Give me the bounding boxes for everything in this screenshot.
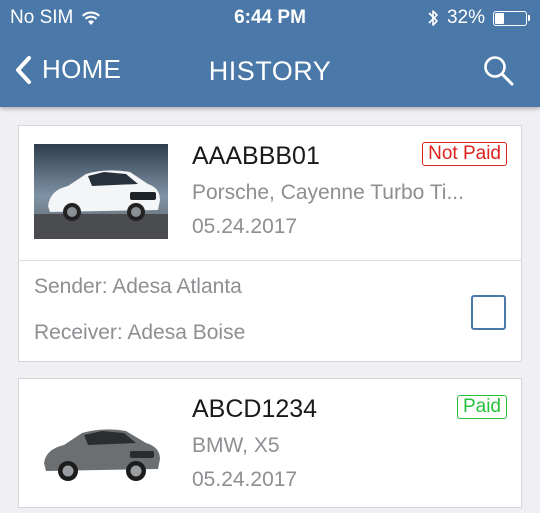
chevron-left-icon xyxy=(16,55,31,84)
back-button[interactable]: HOME xyxy=(14,54,121,85)
car-thumbnail xyxy=(34,144,168,239)
porsche-image xyxy=(34,144,168,239)
card-header: ABCD1234 Paid BMW, X5 05.24.2017 xyxy=(19,379,521,513)
card-header: AAABBB01 Not Paid Porsche, Cayenne Turbo… xyxy=(19,126,521,260)
battery-percent: 32% xyxy=(446,7,485,28)
search-icon[interactable] xyxy=(482,54,516,88)
status-right: 32% xyxy=(427,7,530,29)
vehicle-date: 05.24.2017 xyxy=(192,468,298,491)
history-card[interactable]: ABCD1234 Paid BMW, X5 05.24.2017 xyxy=(18,378,522,508)
card-footer: Sender: Adesa Atlanta Receiver: Adesa Bo… xyxy=(19,261,521,361)
vehicle-model: Porsche, Cayenne Turbo Ti... xyxy=(192,181,464,204)
history-card[interactable]: AAABBB01 Not Paid Porsche, Cayenne Turbo… xyxy=(18,125,522,362)
vehicle-model: BMW, X5 xyxy=(192,434,280,457)
receiver-text: Receiver: Adesa Boise xyxy=(34,321,246,344)
vehicle-code: AAABBB01 xyxy=(192,142,320,170)
vehicle-date: 05.24.2017 xyxy=(192,215,298,238)
top-bar: No SIM 6:44 PM 32% HOME HISTORY xyxy=(0,0,540,107)
nav-bar: HOME HISTORY xyxy=(0,36,540,107)
bluetooth-icon xyxy=(428,10,438,26)
sender-text: Sender: Adesa Atlanta xyxy=(34,275,242,298)
status-badge: Not Paid xyxy=(422,142,507,166)
battery-icon xyxy=(493,10,530,26)
vehicle-code: ABCD1234 xyxy=(192,395,318,423)
status-badge: Paid xyxy=(456,395,507,419)
select-checkbox[interactable] xyxy=(471,295,506,330)
status-bar: No SIM 6:44 PM 32% xyxy=(0,0,540,36)
page-title: HISTORY xyxy=(208,56,332,86)
back-label: HOME xyxy=(42,54,122,84)
